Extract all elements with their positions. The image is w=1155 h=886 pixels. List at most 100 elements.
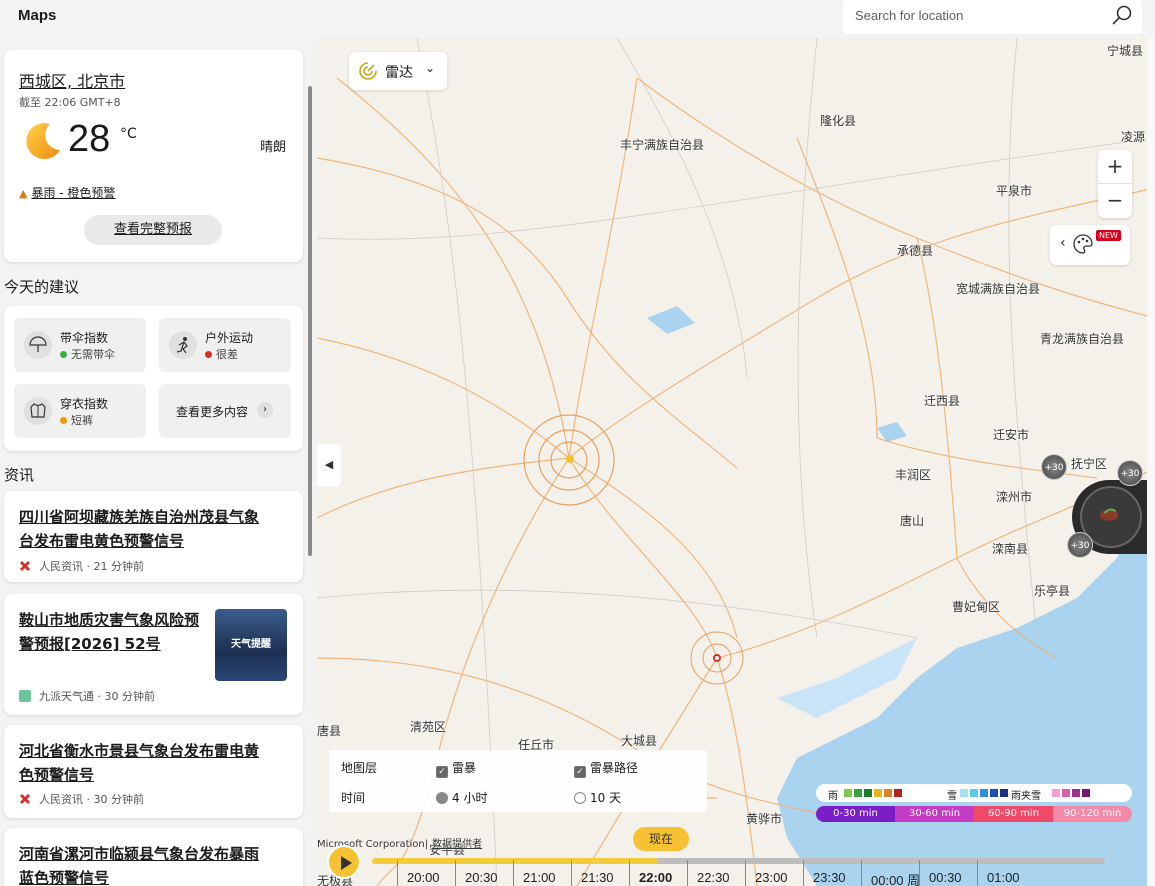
weather-panel[interactable]: 西城区, 北京市 截至 22:06 GMT+8 28 °C 晴朗 ▲ 暴雨 - 橙… xyxy=(0,38,317,886)
map-style-button[interactable]: ‹ NEW xyxy=(1050,225,1130,265)
time-options-label: 时间 xyxy=(341,791,366,805)
map-label: 黄骅市 xyxy=(746,812,783,826)
timeline-tick xyxy=(919,860,920,886)
zoom-out-button[interactable]: − xyxy=(1098,184,1132,218)
timeline-tick-label[interactable]: 20:30 xyxy=(465,870,498,885)
snow-legend-label: 雪 xyxy=(947,791,957,802)
timeline-ticks[interactable]: 20:00 20:30 21:00 21:30 22:00 22:30 23:00 23:30… xyxy=(317,860,1155,886)
layer-selector-button[interactable]: 雷达 ⌄ xyxy=(349,52,447,90)
umbrella-icon xyxy=(24,331,52,359)
ten-days-radio[interactable]: 10 天 xyxy=(574,789,621,806)
timeline-tick-label[interactable]: 21:30 xyxy=(581,870,614,885)
storm-checkbox[interactable]: ✓ 雷暴 xyxy=(436,759,476,778)
checkbox-checked-icon: ✓ xyxy=(574,766,586,778)
news-source: 人民资讯 · 21 分钟前 xyxy=(19,558,144,574)
news-card[interactable]: 河北省衡水市景县气象台发布雷电黄色预警信号 人民资讯 · 30 分钟前 xyxy=(4,725,303,818)
data-provider-link[interactable]: 数据提供者 xyxy=(432,839,482,850)
news-time: 30 分钟前 xyxy=(93,793,145,806)
weather-alert[interactable]: ▲ 暴雨 - 橙色预警 xyxy=(19,184,115,201)
news-headline[interactable]: 四川省阿坝藏族羌族自治州茂县气象台发布雷电黄色预警信号 xyxy=(19,505,269,553)
news-headline[interactable]: 河北省衡水市景县气象台发布雷电黄色预警信号 xyxy=(19,739,269,787)
legend-swatch xyxy=(854,789,862,797)
map-canvas[interactable]: 宁城县 隆化县 丰宁满族自治县 凌源 平泉市 承德县 宽城满族自治县 青龙满族自… xyxy=(317,38,1155,886)
news-time: 21 分钟前 xyxy=(93,560,145,573)
timeline-tick xyxy=(629,860,630,886)
zoom-in-button[interactable]: + xyxy=(1098,150,1132,184)
search-input[interactable]: Search for location xyxy=(843,0,1142,34)
timeline-tick-label[interactable]: 00:30 xyxy=(929,870,962,885)
suggestion-umbrella[interactable]: 带伞指数 无需带伞 xyxy=(14,318,146,372)
now-marker: 现在 xyxy=(633,827,689,851)
timeline-tick-label[interactable]: 23:30 xyxy=(813,870,846,885)
legend-time-segment: 30-60 min xyxy=(895,806,974,822)
map-label: 承德县 xyxy=(897,244,934,258)
storm-checkbox-label: 雷暴 xyxy=(452,761,477,775)
suggestions-title: 今天的建议 xyxy=(4,278,80,296)
temperature-unit: °C xyxy=(120,126,137,142)
timeline-tick xyxy=(803,860,804,886)
storm-marker[interactable]: +30 xyxy=(1117,460,1143,486)
map-label: 迁西县 xyxy=(924,394,961,408)
legend-swatch xyxy=(1000,789,1008,797)
timeline-tick xyxy=(571,860,572,886)
rain-legend-label: 雨 xyxy=(828,791,838,802)
legend-time-segment: 0-30 min xyxy=(816,806,895,822)
more-suggestions-button[interactable]: 查看更多内容 › xyxy=(159,384,291,438)
status-dot xyxy=(60,417,67,424)
timeline-tick-label[interactable]: 22:00 xyxy=(639,870,672,885)
timeline-tick-label[interactable]: 21:00 xyxy=(523,870,556,885)
source-name: 人民资讯 xyxy=(39,793,83,806)
window-scrollbar[interactable] xyxy=(1147,38,1155,886)
panel-scrollbar[interactable] xyxy=(308,86,312,556)
source-logo-icon xyxy=(19,690,31,702)
radio-selected-icon xyxy=(436,792,448,804)
suggestion-value: 很差 xyxy=(205,346,238,362)
suggestion-value: 无需带伞 xyxy=(60,346,115,362)
temperature: 28 xyxy=(68,118,111,160)
timeline-tick-label[interactable]: 01:00 xyxy=(987,870,1020,885)
four-hours-radio[interactable]: 4 小时 xyxy=(436,789,487,806)
suggestion-label: 穿衣指数 xyxy=(60,397,109,411)
news-headline[interactable]: 河南省漯河市临颍县气象台发布暴雨蓝色预警信号 xyxy=(19,842,269,886)
legend-swatch xyxy=(970,789,978,797)
more-label: 查看更多内容 xyxy=(176,405,249,419)
map-label: 曹妃甸区 xyxy=(952,600,1001,614)
source-name: 九派天气通 xyxy=(39,690,94,703)
source-name: 人民资讯 xyxy=(39,560,83,573)
timeline-tick-label[interactable]: 22:30 xyxy=(697,870,730,885)
legend-swatch xyxy=(1082,789,1090,797)
timeline-tick-label[interactable]: 00:00 周 xyxy=(871,870,920,886)
news-card[interactable]: 河南省漯河市临颍县气象台发布暴雨蓝色预警信号 xyxy=(4,828,303,886)
map-label: 唐山 xyxy=(900,514,925,528)
app-title: Maps xyxy=(18,7,57,24)
map-label: 平泉市 xyxy=(996,184,1033,198)
full-forecast-button[interactable]: 查看完整预报 xyxy=(84,215,222,245)
alert-link[interactable]: 暴雨 - 橙色预警 xyxy=(31,186,115,200)
legend-swatch xyxy=(1052,789,1060,797)
map-label: 滦州市 xyxy=(996,490,1033,504)
storm-path-checkbox[interactable]: ✓ 雷暴路径 xyxy=(574,759,638,778)
map-label: 隆化县 xyxy=(820,114,857,128)
timeline-tick-label[interactable]: 20:00 xyxy=(407,870,440,885)
suggestion-value-text: 很差 xyxy=(216,348,238,361)
location-link[interactable]: 西城区, 北京市 xyxy=(19,68,125,92)
news-thumbnail[interactable]: 天气提醒 xyxy=(215,609,287,681)
news-headline[interactable]: 鞍山市地质灾害气象风险预警预报[2026] 52号 xyxy=(19,608,209,656)
collapse-panel-button[interactable]: ◀ xyxy=(317,444,341,486)
storm-marker[interactable]: +30 xyxy=(1041,454,1067,480)
suggestion-clothing[interactable]: 穿衣指数 短裤 xyxy=(14,384,146,438)
timeline-tick-label[interactable]: 23:00 xyxy=(755,870,788,885)
layer-label: 雷达 xyxy=(385,65,413,81)
running-icon xyxy=(169,331,197,359)
storm-marker[interactable]: +30 xyxy=(1067,532,1093,558)
news-card[interactable]: 四川省阿坝藏族羌族自治州茂县气象台发布雷电黄色预警信号 人民资讯 · 21 分钟… xyxy=(4,491,303,582)
current-location-marker xyxy=(566,455,574,463)
time-legend: 0-30 min 30-60 min 60-90 min 90-120 min xyxy=(816,806,1132,822)
suggestion-outdoor[interactable]: 户外运动 很差 xyxy=(159,318,291,372)
timeline-tick xyxy=(513,860,514,886)
news-card[interactable]: 鞍山市地质灾害气象风险预警预报[2026] 52号 天气提醒 九派天气通 · 3… xyxy=(4,594,303,715)
search-icon[interactable] xyxy=(1110,4,1134,28)
ten-days-label: 10 天 xyxy=(590,791,622,805)
layer-options-row: 地图层 ✓ 雷暴 ✓ 雷暴路径 xyxy=(341,759,638,778)
legend-swatch xyxy=(1062,789,1070,797)
